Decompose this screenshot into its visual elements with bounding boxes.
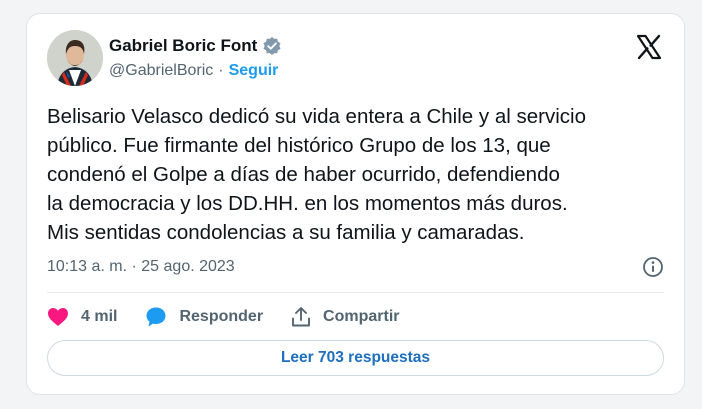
reply-button[interactable]: Responder: [145, 306, 263, 328]
info-icon[interactable]: [642, 256, 664, 278]
like-button[interactable]: 4 mil: [47, 307, 117, 327]
author-handle-row: @GabrielBoric · Seguir: [109, 62, 278, 80]
heart-icon: [48, 308, 68, 326]
read-replies-button[interactable]: Leer 703 respuestas: [47, 340, 664, 376]
tweet-time: 10:13 a. m.: [47, 258, 128, 275]
reply-bubble-icon: [146, 307, 166, 327]
author-handle[interactable]: @GabrielBoric: [109, 62, 213, 80]
tweet-card: Gabriel Boric Font @GabrielBoric · Segui…: [26, 13, 685, 395]
divider: [47, 292, 664, 293]
like-count: 4 mil: [81, 308, 118, 325]
avatar[interactable]: [47, 30, 103, 86]
handle-separator: ·: [218, 62, 224, 79]
tweet-header: Gabriel Boric Font @GabrielBoric · Segui…: [47, 30, 664, 88]
timestamp-separator: ·: [131, 258, 137, 275]
reply-label: Responder: [179, 308, 264, 325]
verified-badge-icon: [262, 36, 282, 56]
follow-button[interactable]: Seguir: [229, 62, 279, 80]
tweet-timestamp[interactable]: 10:13 a. m. · 25 ago. 2023: [47, 258, 235, 276]
action-bar: 4 mil Responder Compartir: [47, 304, 428, 330]
tweet-text: Belisario Velasco dedicó su vida entera …: [47, 105, 586, 244]
author-name[interactable]: Gabriel Boric Font: [109, 36, 257, 56]
tweet-date: 25 ago. 2023: [141, 258, 235, 275]
share-button[interactable]: Compartir: [291, 306, 400, 328]
author-name-row: Gabriel Boric Font: [109, 36, 282, 56]
share-label: Compartir: [323, 308, 400, 325]
x-logo-icon[interactable]: [636, 34, 662, 60]
share-upload-icon: [292, 307, 310, 327]
